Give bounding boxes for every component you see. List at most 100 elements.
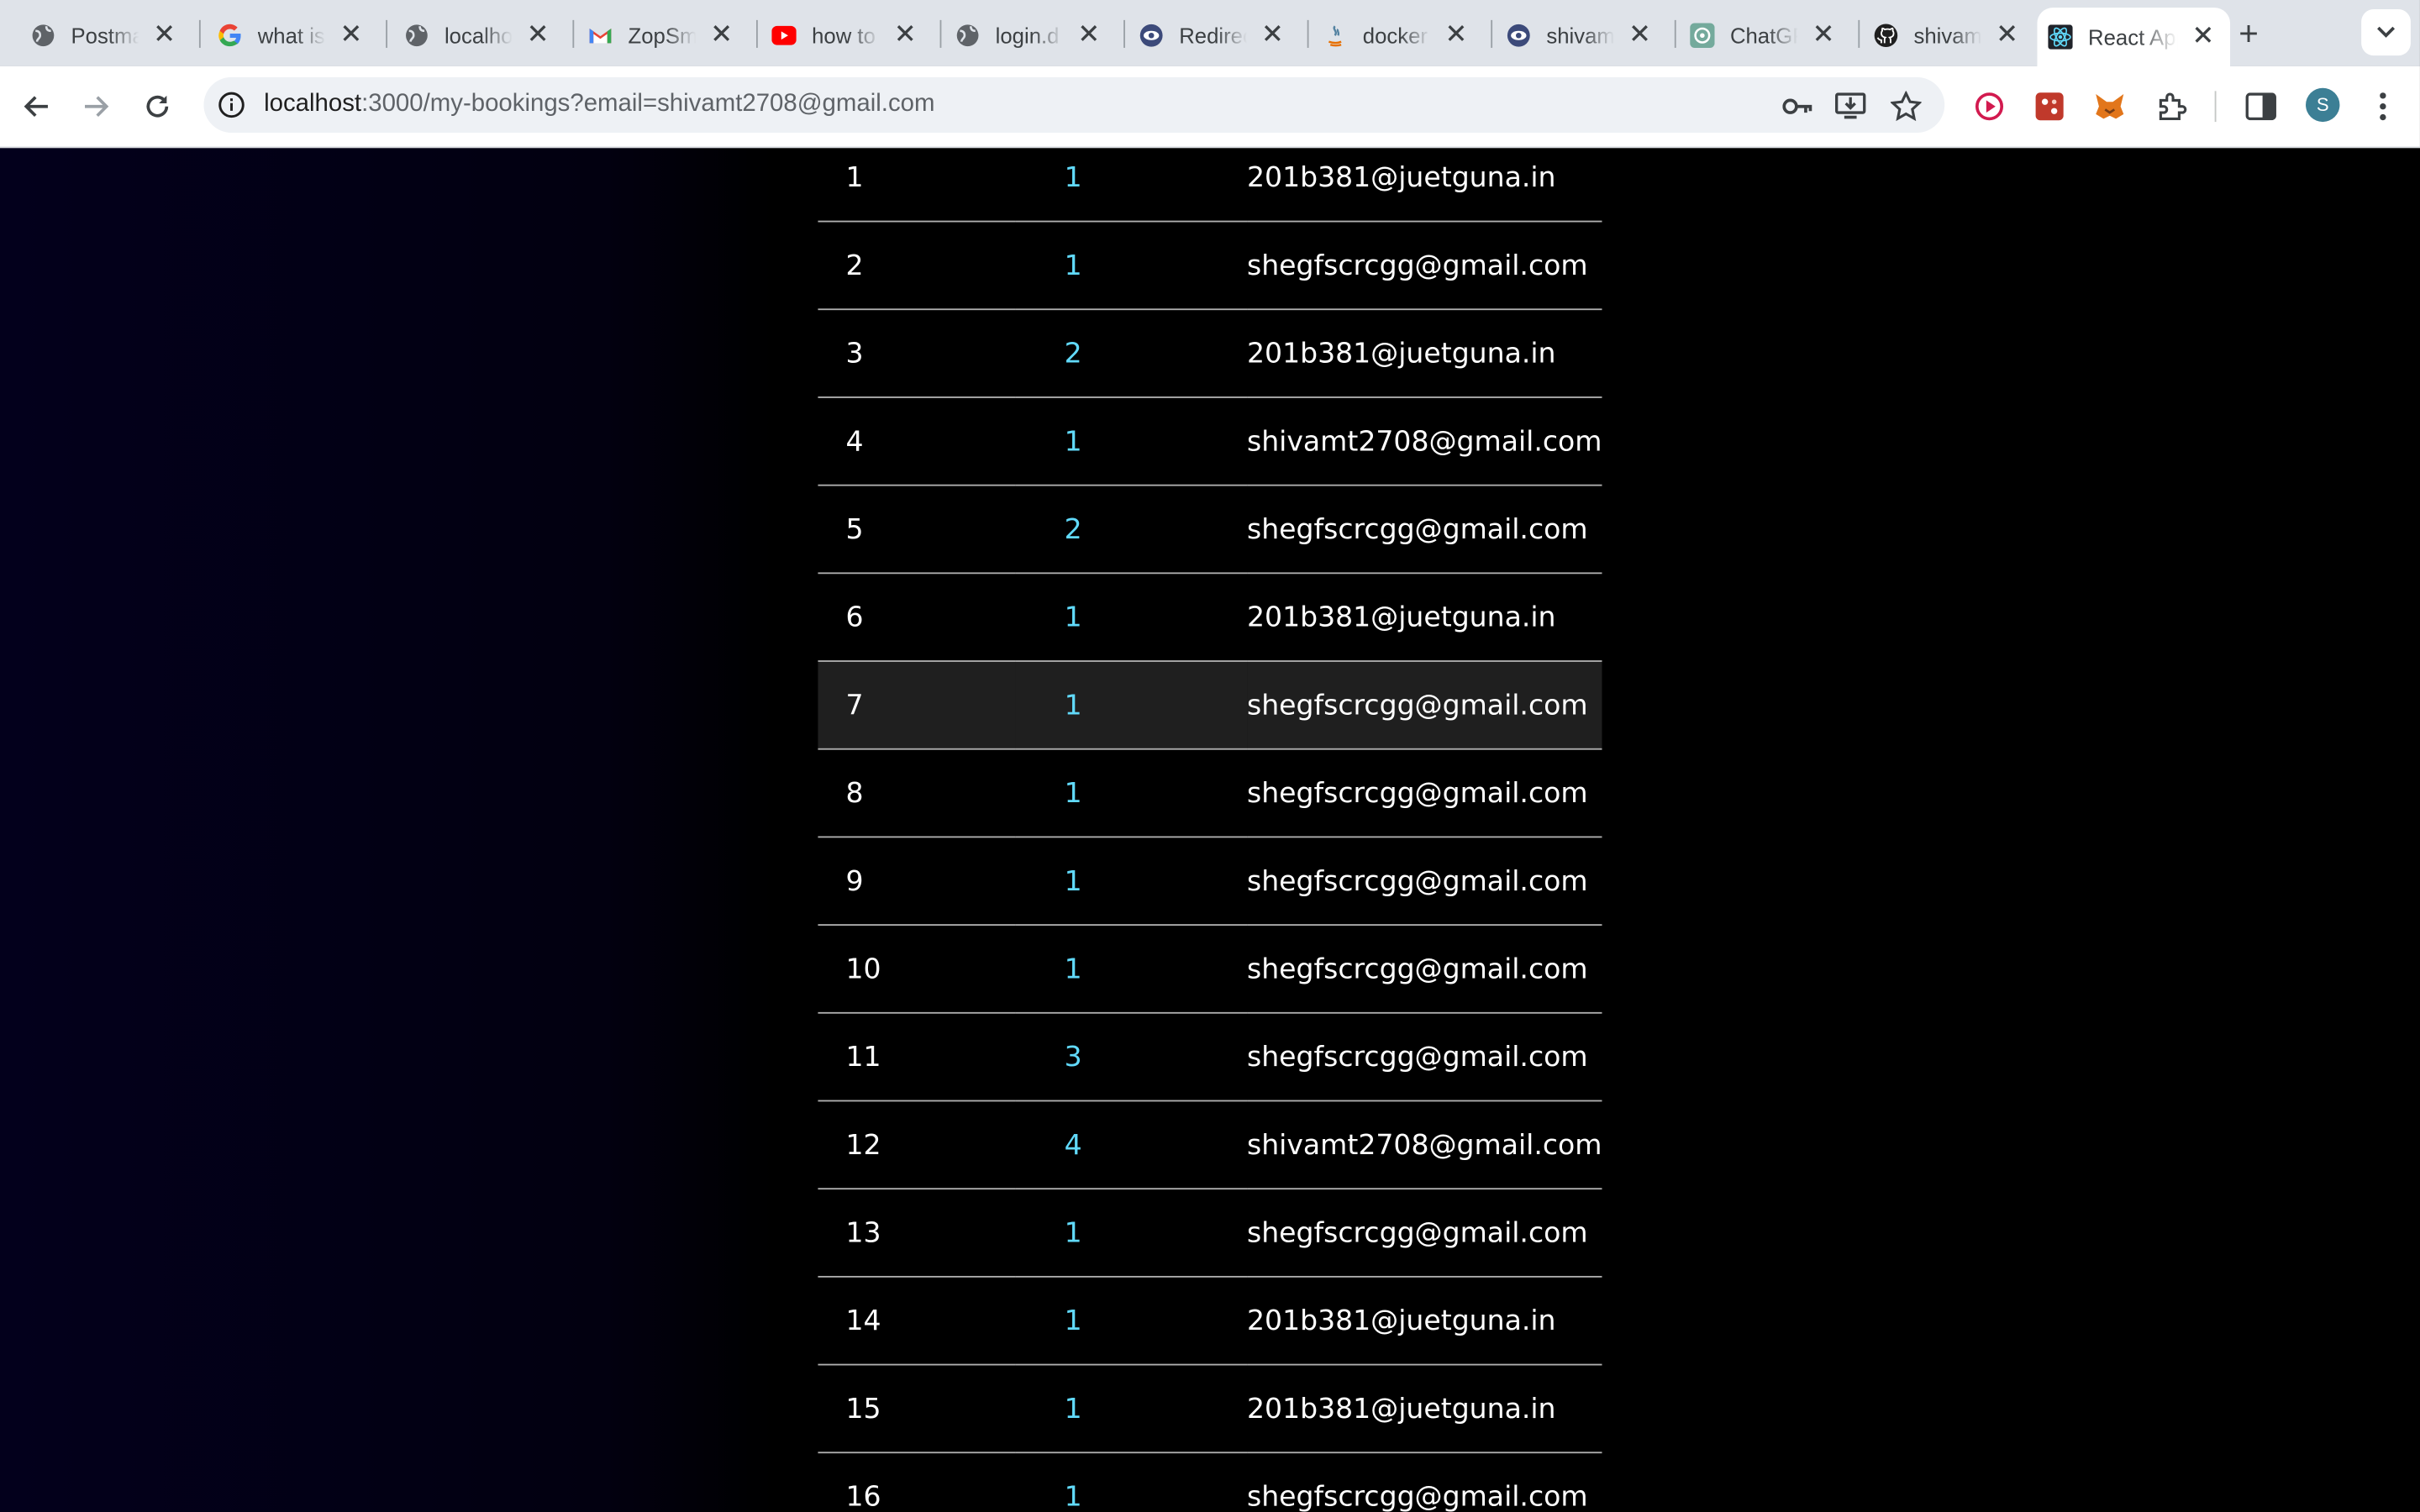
toolbar-divider <box>2214 91 2217 123</box>
booking-quantity-cell: 3 <box>1014 1012 1247 1102</box>
globe-icon <box>404 23 429 47</box>
browser-tab[interactable]: login.d <box>955 8 1110 61</box>
booking-quantity-cell: 1 <box>1014 1276 1247 1366</box>
close-tab-icon[interactable] <box>708 21 733 49</box>
booking-id-cell: 5 <box>818 485 1015 575</box>
metamask-fox-icon[interactable] <box>2091 88 2128 125</box>
table-row: 5 2 shegfscrcgg@gmail.com <box>818 485 1602 575</box>
booking-quantity-cell: 1 <box>1014 221 1247 311</box>
forward-button[interactable] <box>77 88 114 125</box>
url-host: localhost <box>264 91 362 118</box>
tab-title: Postman <box>71 22 139 48</box>
table-row: 1 1 201b381@juetguna.in <box>818 148 1602 223</box>
table-row: 11 3 shegfscrcgg@gmail.com <box>818 1012 1602 1102</box>
browser-tab[interactable]: localhost <box>404 8 559 61</box>
booking-email-cell: shegfscrcgg@gmail.com <box>1246 221 1602 311</box>
site-info-icon[interactable] <box>216 90 247 121</box>
tab-title: localhost <box>444 22 513 48</box>
page-content: 1 1 201b381@juetguna.in 2 1 shegfscrcgg@gmail… <box>0 148 2420 1512</box>
table-row: 2 1 shegfscrcgg@gmail.com <box>818 221 1602 311</box>
browser-tab[interactable]: ChatGPT <box>1690 8 1844 61</box>
browser-menu-kebab-icon[interactable] <box>2365 88 2402 125</box>
browser-tab[interactable]: Redirect <box>1139 8 1293 61</box>
booking-quantity-cell: 1 <box>1014 396 1247 486</box>
booking-email-cell: shegfscrcgg@gmail.com <box>1246 925 1602 1014</box>
close-tab-icon[interactable] <box>338 21 362 49</box>
url-path: :3000/my-bookings?email=shivamt2708@gmai… <box>361 91 935 118</box>
table-row: 10 1 shegfscrcgg@gmail.com <box>818 925 1602 1014</box>
new-tab-button[interactable]: + <box>2232 14 2265 55</box>
close-tab-icon[interactable] <box>1443 21 1467 49</box>
install-app-icon[interactable] <box>1833 90 1867 123</box>
tab-separator <box>572 19 575 48</box>
side-panel-icon[interactable] <box>2243 88 2280 125</box>
table-row: 6 1 201b381@juetguna.in <box>818 573 1602 662</box>
browser-tab[interactable]: docker <box>1323 8 1477 61</box>
booking-email-cell: 201b381@juetguna.in <box>1246 1364 1602 1454</box>
tab-search-button[interactable] <box>2361 9 2411 56</box>
close-tab-icon[interactable] <box>1076 21 1100 49</box>
bookmark-star-icon[interactable] <box>1889 90 1923 123</box>
booking-email-cell: 201b381@juetguna.in <box>1246 573 1602 662</box>
forward-arrow-icon <box>85 96 109 118</box>
booking-id-cell: 4 <box>818 396 1015 486</box>
back-button[interactable] <box>18 88 55 125</box>
close-tab-icon[interactable] <box>524 21 549 49</box>
globe-icon <box>31 23 55 47</box>
browser-tab[interactable]: React App <box>2037 8 2231 66</box>
google-icon <box>218 23 242 47</box>
reload-button[interactable] <box>139 88 176 125</box>
close-tab-icon[interactable] <box>1994 21 2018 49</box>
table-row: 13 1 shegfscrcgg@gmail.com <box>818 1189 1602 1278</box>
booking-id-cell: 8 <box>818 748 1015 838</box>
chevron-down-icon <box>2377 26 2396 38</box>
chatgpt-icon <box>1690 22 1715 48</box>
booking-id-cell: 12 <box>818 1100 1015 1190</box>
table-row: 15 1 201b381@juetguna.in <box>818 1364 1602 1454</box>
booking-email-cell: shegfscrcgg@gmail.com <box>1246 661 1602 750</box>
browser-tab[interactable]: what is <box>218 8 372 61</box>
tab-separator <box>198 19 201 48</box>
table-row: 16 1 shegfscrcgg@gmail.com <box>818 1452 1602 1512</box>
address-bar[interactable]: localhost:3000/my-bookings?email=shivamt… <box>203 76 1945 133</box>
tab-title: login.d <box>995 22 1060 48</box>
booking-email-cell: shegfscrcgg@gmail.com <box>1246 485 1602 575</box>
browser-tab[interactable]: ZopSmart <box>588 8 743 61</box>
booking-id-cell: 16 <box>818 1452 1015 1512</box>
close-tab-icon[interactable] <box>151 21 176 49</box>
booking-email-cell: shegfscrcgg@gmail.com <box>1246 1452 1602 1512</box>
booking-email-cell: shegfscrcgg@gmail.com <box>1246 837 1602 927</box>
react-icon <box>2048 24 2073 50</box>
browser-tab[interactable]: shivam <box>1507 8 1661 61</box>
booking-quantity-cell: 1 <box>1014 1364 1247 1454</box>
booking-quantity-cell: 2 <box>1014 309 1247 398</box>
close-tab-icon[interactable] <box>2190 24 2214 51</box>
booking-email-cell: shegfscrcgg@gmail.com <box>1246 748 1602 838</box>
profile-avatar[interactable]: S <box>2306 87 2340 123</box>
tab-separator <box>1674 19 1676 48</box>
tab-title: ZopSmart <box>628 22 697 48</box>
tab-title: shivam <box>1913 22 1982 48</box>
close-tab-icon[interactable] <box>1627 21 1651 49</box>
extension-puzzle-game-icon[interactable] <box>2031 88 2068 125</box>
booking-id-cell: 6 <box>818 573 1015 662</box>
booking-email-cell: shegfscrcgg@gmail.com <box>1246 1189 1602 1278</box>
booking-id-cell: 7 <box>818 661 1015 750</box>
browser-tab[interactable]: how to <box>771 8 926 61</box>
close-tab-icon[interactable] <box>1810 21 1834 49</box>
table-row: 4 1 shivamt2708@gmail.com <box>818 396 1602 486</box>
close-tab-icon[interactable] <box>892 21 917 49</box>
close-tab-icon[interactable] <box>1260 21 1284 49</box>
booking-quantity-cell: 1 <box>1014 148 1247 223</box>
extensions-puzzle-icon[interactable] <box>2153 88 2190 125</box>
table-row: 3 2 201b381@juetguna.in <box>818 309 1602 398</box>
browser-tab[interactable]: Postman <box>31 8 186 61</box>
extension-record-icon[interactable] <box>1970 88 2007 125</box>
browser-toolbar: localhost:3000/my-bookings?email=shivamt… <box>0 66 2420 149</box>
browser-tab[interactable]: shivam <box>1874 8 2028 61</box>
booking-quantity-cell: 1 <box>1014 661 1247 750</box>
password-key-icon[interactable] <box>1781 90 1815 123</box>
booking-id-cell: 15 <box>818 1364 1015 1454</box>
tab-title: docker <box>1362 22 1428 48</box>
java-icon <box>1323 23 1347 47</box>
